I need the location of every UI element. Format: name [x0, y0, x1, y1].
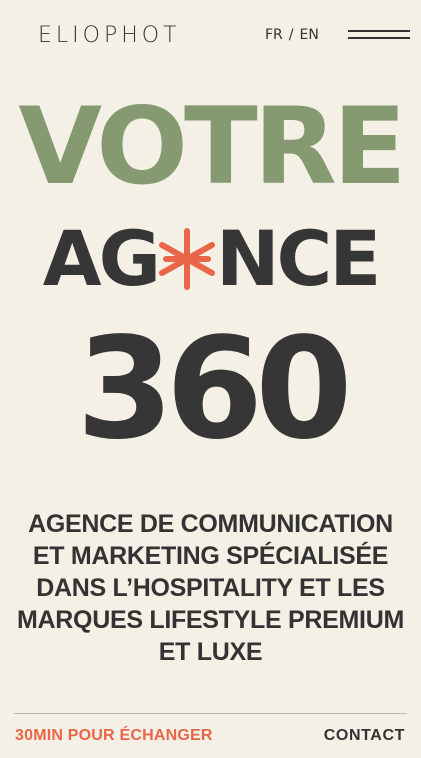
hamburger-menu-icon[interactable]	[348, 29, 410, 41]
hero-line-votre: VOTRE	[18, 85, 406, 208]
hero-line-360: 360	[76, 308, 352, 471]
menu-bar-top	[348, 30, 410, 32]
lang-separator: /	[288, 27, 294, 43]
hero-line-agence: AG NCE	[0, 216, 421, 302]
book-call-link[interactable]: 30MIN POUR ÉCHANGER	[15, 726, 213, 746]
menu-bar-bottom	[348, 37, 410, 39]
agency-tagline: AGENCE DE COMMUNICATION ET MARKETING SPÉ…	[17, 510, 404, 666]
hero-line-agence-end: NCE	[215, 214, 381, 303]
language-switcher: FR / EN	[265, 26, 319, 44]
site-header: ELIOPHOT FR / EN	[0, 0, 421, 72]
footer-divider	[14, 713, 407, 714]
lang-en-link[interactable]: EN	[300, 27, 319, 43]
hero-line-agence-start: AG	[42, 214, 161, 303]
contact-link[interactable]: CONTACT	[324, 726, 405, 746]
lang-fr-link[interactable]: FR	[265, 27, 283, 43]
asterisk-icon	[158, 228, 215, 290]
site-logo[interactable]: ELIOPHOT	[38, 22, 181, 50]
